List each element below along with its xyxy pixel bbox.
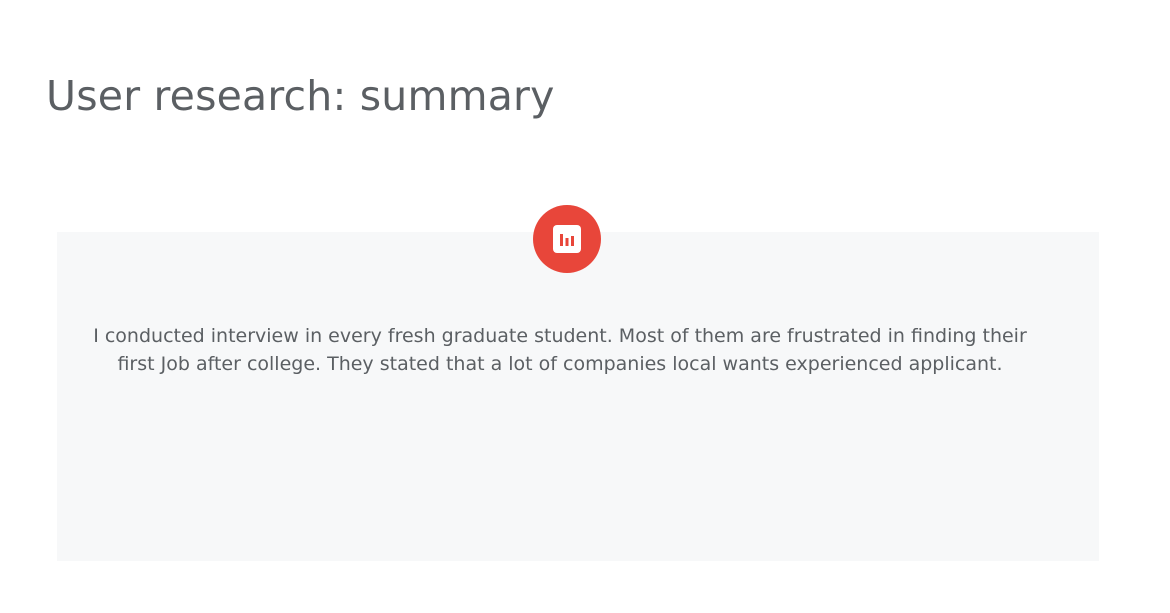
summary-badge — [533, 205, 601, 273]
summary-text: I conducted interview in every fresh gra… — [93, 325, 1027, 375]
page-title: User research: summary — [46, 72, 555, 120]
bar-chart-icon — [553, 225, 581, 253]
page: User research: summary I conducted inter… — [0, 0, 1170, 613]
summary-card — [57, 232, 1099, 561]
